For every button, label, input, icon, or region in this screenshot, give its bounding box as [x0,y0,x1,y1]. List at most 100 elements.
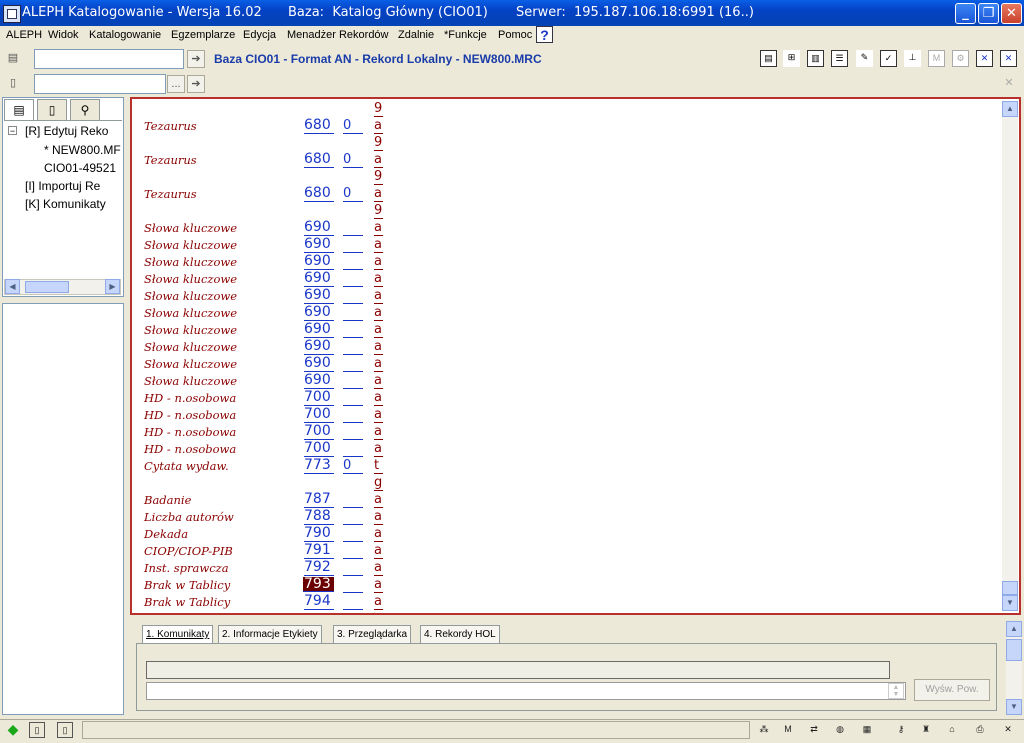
field-tag[interactable]: 680 [304,118,334,134]
globe-icon[interactable]: ◍ [832,722,848,738]
bottom-scroll-down-icon[interactable]: ▼ [1006,699,1022,715]
field-tag[interactable]: 690 [304,339,334,355]
browse-button[interactable]: ... [167,75,185,93]
subfield-code[interactable]: 9 [374,101,383,117]
close-icon[interactable]: ✕ [1001,3,1022,24]
field-indicator[interactable]: 0 [343,152,363,168]
help-icon[interactable]: ? [536,26,553,43]
subfield-code[interactable]: 9 [374,203,383,219]
subfield-code[interactable]: t [374,458,383,474]
field-indicator[interactable] [343,594,363,610]
field-indicator[interactable]: 0 [343,118,363,134]
menu-zdalnie[interactable]: Zdalnie [398,29,434,41]
field-indicator[interactable] [343,305,363,321]
close-session-icon[interactable]: ✕ [1000,722,1016,738]
field-indicator[interactable] [343,237,363,253]
field-indicator[interactable] [343,424,363,440]
page-icon[interactable]: ▯ [4,75,22,93]
bottom-scroll-thumb[interactable] [1006,639,1022,661]
bottom-scroll-up-icon[interactable]: ▲ [1006,621,1022,637]
field-tag[interactable]: 690 [304,220,334,236]
field-indicator[interactable] [343,577,363,593]
field-tag[interactable]: 790 [304,526,334,542]
go-arrow-icon[interactable]: ➔ [187,50,205,68]
field-tag[interactable]: 690 [304,373,334,389]
field-indicator[interactable] [343,254,363,270]
tree-item-cio01[interactable]: CIO01-49521 [44,161,116,175]
open-book-icon[interactable]: ▥ [807,50,824,67]
subfield-code[interactable]: a [374,594,383,610]
close-record-icon[interactable]: ✕ [976,50,993,67]
message-input[interactable] [146,682,906,700]
field-indicator[interactable] [343,322,363,338]
tab-komunikaty[interactable]: 1. Komunikaty [142,625,214,643]
check-record-icon[interactable]: ✓ [880,50,897,67]
field-indicator[interactable]: 0 [343,186,363,202]
field-tag[interactable]: 680 [304,152,334,168]
tree-item-edytuj[interactable]: [R] Edytuj Reko [25,124,108,138]
transfer-icon[interactable]: ⇄ [806,722,822,738]
subfield-code[interactable]: a [374,577,383,593]
field-tag[interactable]: 690 [304,271,334,287]
subfield-code[interactable]: a [374,441,383,457]
record-view-icon[interactable]: ▤ [760,50,777,67]
subfield-code[interactable]: a [374,305,383,321]
field-tag[interactable]: 680 [304,186,334,202]
edit-record-icon[interactable]: ✎ [856,50,873,67]
field-indicator[interactable] [343,220,363,236]
close-disabled-icon[interactable]: ✕ [1000,75,1018,93]
printer-icon[interactable]: ⎙ [972,722,988,738]
field-tag[interactable]: 793 [303,577,334,592]
subfield-code[interactable]: a [374,526,383,542]
scroll-down-icon[interactable]: ▼ [1002,595,1018,611]
subfield-code[interactable]: a [374,492,383,508]
field-tag[interactable]: 791 [304,543,334,559]
field-tag[interactable]: 700 [304,390,334,406]
subfield-code[interactable]: a [374,424,383,440]
menu-edycja[interactable]: Edycja [243,29,276,41]
tree-item-new800[interactable]: * NEW800.MF [44,143,121,157]
field-tag[interactable]: 700 [304,441,334,457]
field-tag[interactable]: 690 [304,288,334,304]
tab-informacje-etykiety[interactable]: 2. Informacje Etykiety [218,625,322,643]
minimize-icon[interactable]: _ [955,3,976,24]
go-arrow-2-icon[interactable]: ➔ [187,75,205,93]
field-indicator[interactable] [343,356,363,372]
subfield-code[interactable]: 9 [374,169,383,185]
tree-item-komunikaty[interactable]: [K] Komunikaty [25,197,106,211]
field-indicator[interactable] [343,407,363,423]
library-icon[interactable]: ⌂ [944,722,960,738]
status-page-icon[interactable]: ▯ [29,722,45,738]
record-icon[interactable]: ▤ [4,50,22,68]
key-icon[interactable]: ⚷ [893,722,909,738]
list-icon[interactable]: ☰ [831,50,848,67]
subfield-code[interactable]: a [374,152,383,168]
network-icon[interactable]: ⁂ [756,722,772,738]
editor-scroll-thumb[interactable] [1002,581,1018,595]
field-tag[interactable]: 690 [304,322,334,338]
field-tag[interactable]: 700 [304,424,334,440]
status-page-2-icon[interactable]: ▯ [57,722,73,738]
command-input-2[interactable] [34,74,166,94]
subfield-code[interactable]: a [374,288,383,304]
field-indicator[interactable] [343,526,363,542]
subfield-code[interactable]: a [374,186,383,202]
field-indicator[interactable] [343,441,363,457]
field-indicator[interactable] [343,390,363,406]
subfield-code[interactable]: a [374,237,383,253]
scroll-right-icon[interactable]: ▶ [105,279,120,294]
subfield-code[interactable]: a [374,322,383,338]
subfield-code[interactable]: a [374,356,383,372]
tree-item-importuj[interactable]: [I] Importuj Re [25,179,100,193]
tab-rekordy-hol[interactable]: 4. Rekordy HOL [420,625,500,643]
tower-icon[interactable]: ♜ [918,722,934,738]
field-tag[interactable]: 787 [304,492,334,508]
field-tag[interactable]: 700 [304,407,334,423]
restore-icon[interactable]: ❐ [978,3,999,24]
field-indicator[interactable] [343,509,363,525]
tree-collapse-icon[interactable]: − [8,126,17,136]
wyswietl-button[interactable]: Wyśw. Pow. [914,679,990,701]
command-input-1[interactable] [34,49,184,69]
split-field-icon[interactable]: ⊥ [904,50,921,67]
scroll-up-icon[interactable]: ▲ [1002,101,1018,117]
